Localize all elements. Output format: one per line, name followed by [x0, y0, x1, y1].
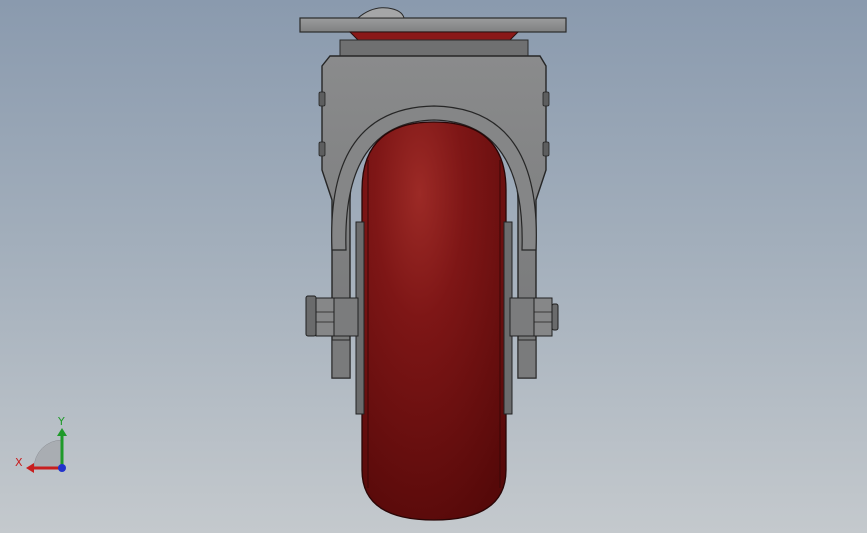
y-axis-label: Y	[57, 415, 65, 428]
x-axis-label: X	[15, 456, 23, 469]
fork-foot-left	[331, 339, 351, 379]
yoke-bolt-right-bottom	[542, 141, 550, 157]
yoke-bolt-right-top	[542, 91, 550, 107]
axle-nut	[533, 297, 553, 337]
y-arrow-icon	[57, 428, 67, 436]
yoke-bolt-left-top	[318, 91, 326, 107]
x-arrow-icon	[26, 463, 34, 473]
caster-model[interactable]	[0, 0, 867, 533]
axle-bolt-head	[305, 295, 317, 337]
z-axis-icon	[58, 464, 66, 472]
fork-foot-right	[517, 339, 537, 379]
triad-quadrant-icon	[33, 439, 63, 469]
swivel-collar	[339, 39, 529, 57]
axle-spacer-left	[333, 297, 359, 337]
axle-nut-tip	[551, 303, 559, 331]
yoke-bolt-left-bottom	[318, 141, 326, 157]
graphics-viewport[interactable]: Y X	[0, 0, 867, 533]
coordinate-triad: Y X	[15, 415, 67, 473]
wheel-tire	[361, 121, 507, 521]
axle-washer-left	[315, 297, 335, 337]
axle-spacer-right	[509, 297, 535, 337]
top-plate	[299, 17, 567, 33]
kingpin-cap	[356, 7, 405, 19]
